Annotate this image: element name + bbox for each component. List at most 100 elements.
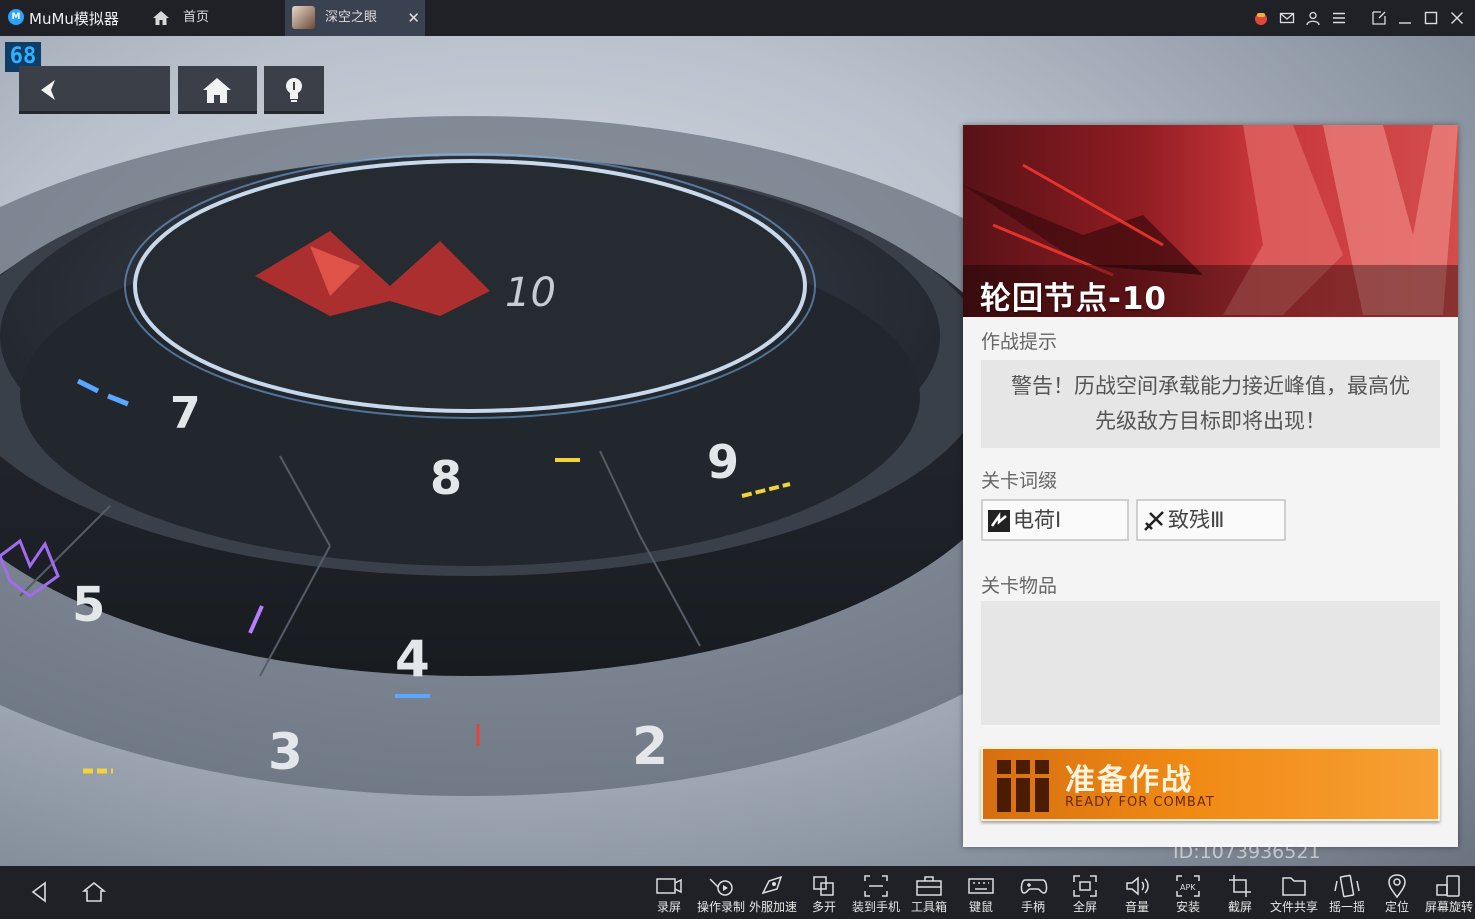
combat-bars-icon [997, 760, 1049, 812]
gamepad-icon [1020, 879, 1048, 894]
screenshot-icon [1229, 875, 1251, 897]
volume-icon [1126, 876, 1149, 896]
mumu-logo-icon: M [8, 9, 24, 25]
items-section-label: 关卡物品 [981, 575, 1058, 597]
tool-macro-record[interactable]: 操作录制 [695, 866, 747, 919]
tool-multi-instance[interactable]: 多开 [803, 866, 845, 919]
stage-number-8[interactable]: 8 [430, 451, 462, 505]
record-screen-icon [656, 878, 682, 894]
affix-chip-cripple[interactable]: 致残Ⅲ [1136, 499, 1286, 541]
minimize-icon[interactable] [1397, 10, 1413, 26]
svg-text:APK: APK [1180, 883, 1196, 892]
hint-text-box: 警告！历战空间承载能力接近峰值，最高优 先级敌方目标即将出现！ [981, 360, 1440, 448]
affix-chip-charge[interactable]: 电荷Ⅰ [981, 499, 1129, 541]
emulator-toolbar: 录屏 操作录制 外服加速 多开 装到手机 工具箱 键鼠 手柄 全屏 音量 APK… [0, 866, 1475, 919]
rotate-icon [1436, 875, 1460, 897]
mail-icon[interactable] [1279, 10, 1295, 26]
tool-label: 外服加速 [748, 900, 797, 914]
stage-title: 轮回节点-10 [980, 281, 1168, 317]
hint-line-1: 警告！历战空间承载能力接近峰值，最高优 [1011, 374, 1410, 398]
hint-button[interactable] [264, 66, 324, 114]
tool-fullscreen[interactable]: 全屏 [1064, 866, 1106, 919]
pin-window-icon[interactable] [1371, 10, 1387, 26]
tool-label: 全屏 [1072, 900, 1097, 914]
shake-icon [1334, 874, 1360, 898]
menu-icon[interactable] [1331, 10, 1347, 26]
home-icon [153, 11, 169, 25]
stage-number-3[interactable]: 3 [268, 723, 303, 781]
stage-number-7[interactable]: 7 [170, 388, 201, 439]
folder-icon [1282, 877, 1306, 896]
tool-label: 安装 [1175, 900, 1200, 914]
fullscreen-icon [1073, 875, 1097, 897]
tool-volume[interactable]: 音量 [1116, 866, 1158, 919]
location-icon [1388, 874, 1406, 899]
tool-label: 工具箱 [910, 900, 947, 914]
stage-items-box [981, 601, 1440, 725]
tool-label: 操作录制 [696, 900, 745, 914]
tool-label: 屏幕旋转 [1424, 900, 1473, 914]
tool-label: 装到手机 [851, 900, 900, 914]
tool-label: 摇一摇 [1328, 900, 1365, 914]
tool-label: 定位 [1384, 900, 1409, 914]
charge-icon [988, 510, 1010, 532]
stage-number-4[interactable]: 4 [395, 630, 430, 688]
tool-file-share[interactable]: 文件共享 [1268, 866, 1320, 919]
tool-label: 音量 [1124, 900, 1149, 914]
home-button[interactable] [178, 66, 257, 114]
player-id-watermark: ID:1073936521 [1173, 841, 1321, 863]
tool-shake[interactable]: 摇一摇 [1324, 866, 1370, 919]
stage-number-9[interactable]: 9 [707, 435, 739, 489]
tool-location[interactable]: 定位 [1376, 866, 1418, 919]
close-window-icon[interactable] [1449, 10, 1465, 26]
tool-screenshot[interactable]: 截屏 [1219, 866, 1261, 919]
tool-record-screen[interactable]: 录屏 [646, 866, 692, 919]
ready-for-combat-button[interactable]: 准备作战 READY FOR COMBAT [981, 747, 1440, 821]
game-viewport[interactable]: 10 9 8 7 5 4 3 2 68 轮回节点-10 作战提示 警告！历战空间… [0, 36, 1475, 866]
tool-rotate-screen[interactable]: 屏幕旋转 [1424, 866, 1474, 919]
tab-home[interactable]: 首页 [148, 0, 283, 36]
hint-section-label: 作战提示 [981, 331, 1058, 353]
android-back-icon[interactable] [28, 880, 50, 904]
tool-label: 录屏 [656, 900, 681, 914]
android-home-icon[interactable] [82, 880, 106, 904]
tool-label: 文件共享 [1269, 900, 1318, 914]
gift-icon[interactable] [1253, 10, 1269, 26]
tool-gamepad[interactable]: 手柄 [1012, 866, 1054, 919]
stage-number-10[interactable]: 10 [505, 270, 556, 316]
stage-number-5[interactable]: 5 [72, 577, 105, 633]
close-tab-icon[interactable]: ✕ [407, 0, 420, 36]
stage-info-panel: 轮回节点-10 作战提示 警告！历战空间承载能力接近峰值，最高优 先级敌方目标即… [963, 125, 1458, 847]
app-title: MuMu模拟器 [29, 10, 119, 28]
cripple-icon [1144, 511, 1164, 531]
keyboard-icon [968, 878, 994, 894]
tab-game[interactable]: 深空之眼 ✕ [285, 0, 425, 36]
tool-label: 键鼠 [968, 900, 993, 914]
hint-line-2: 先级敌方目标即将出现！ [1095, 409, 1326, 433]
install-to-phone-icon [864, 875, 888, 897]
tab-home-label: 首页 [183, 10, 210, 25]
game-avatar-icon [292, 6, 315, 29]
back-button[interactable] [19, 66, 170, 114]
maximize-icon[interactable] [1423, 10, 1439, 26]
tool-toolbox[interactable]: 工具箱 [906, 866, 952, 919]
title-bar: M MuMu模拟器 首页 深空之眼 ✕ [0, 0, 1475, 36]
toolbox-icon [916, 876, 942, 896]
ready-sub-label: READY FOR COMBAT [1065, 795, 1215, 810]
affix-section-label: 关卡词缀 [981, 470, 1058, 492]
tool-install-to-phone[interactable]: 装到手机 [850, 866, 902, 919]
tool-accelerate[interactable]: 外服加速 [747, 866, 799, 919]
user-icon[interactable] [1305, 10, 1321, 26]
stage-number-2[interactable]: 2 [632, 717, 668, 777]
accelerate-icon [761, 875, 783, 895]
tool-keyboard[interactable]: 键鼠 [960, 866, 1002, 919]
tool-label: 手柄 [1020, 900, 1045, 914]
stage-banner: 轮回节点-10 [963, 125, 1458, 317]
tab-game-label: 深空之眼 [325, 10, 378, 25]
affix-charge-label: 电荷Ⅰ [1013, 508, 1062, 532]
tool-apk-install[interactable]: APK 安装 [1167, 866, 1209, 919]
affix-cripple-label: 致残Ⅲ [1168, 508, 1225, 532]
macro-record-icon [709, 878, 733, 896]
tool-label: 截屏 [1227, 900, 1252, 914]
ready-main-label: 准备作战 [1065, 763, 1193, 798]
